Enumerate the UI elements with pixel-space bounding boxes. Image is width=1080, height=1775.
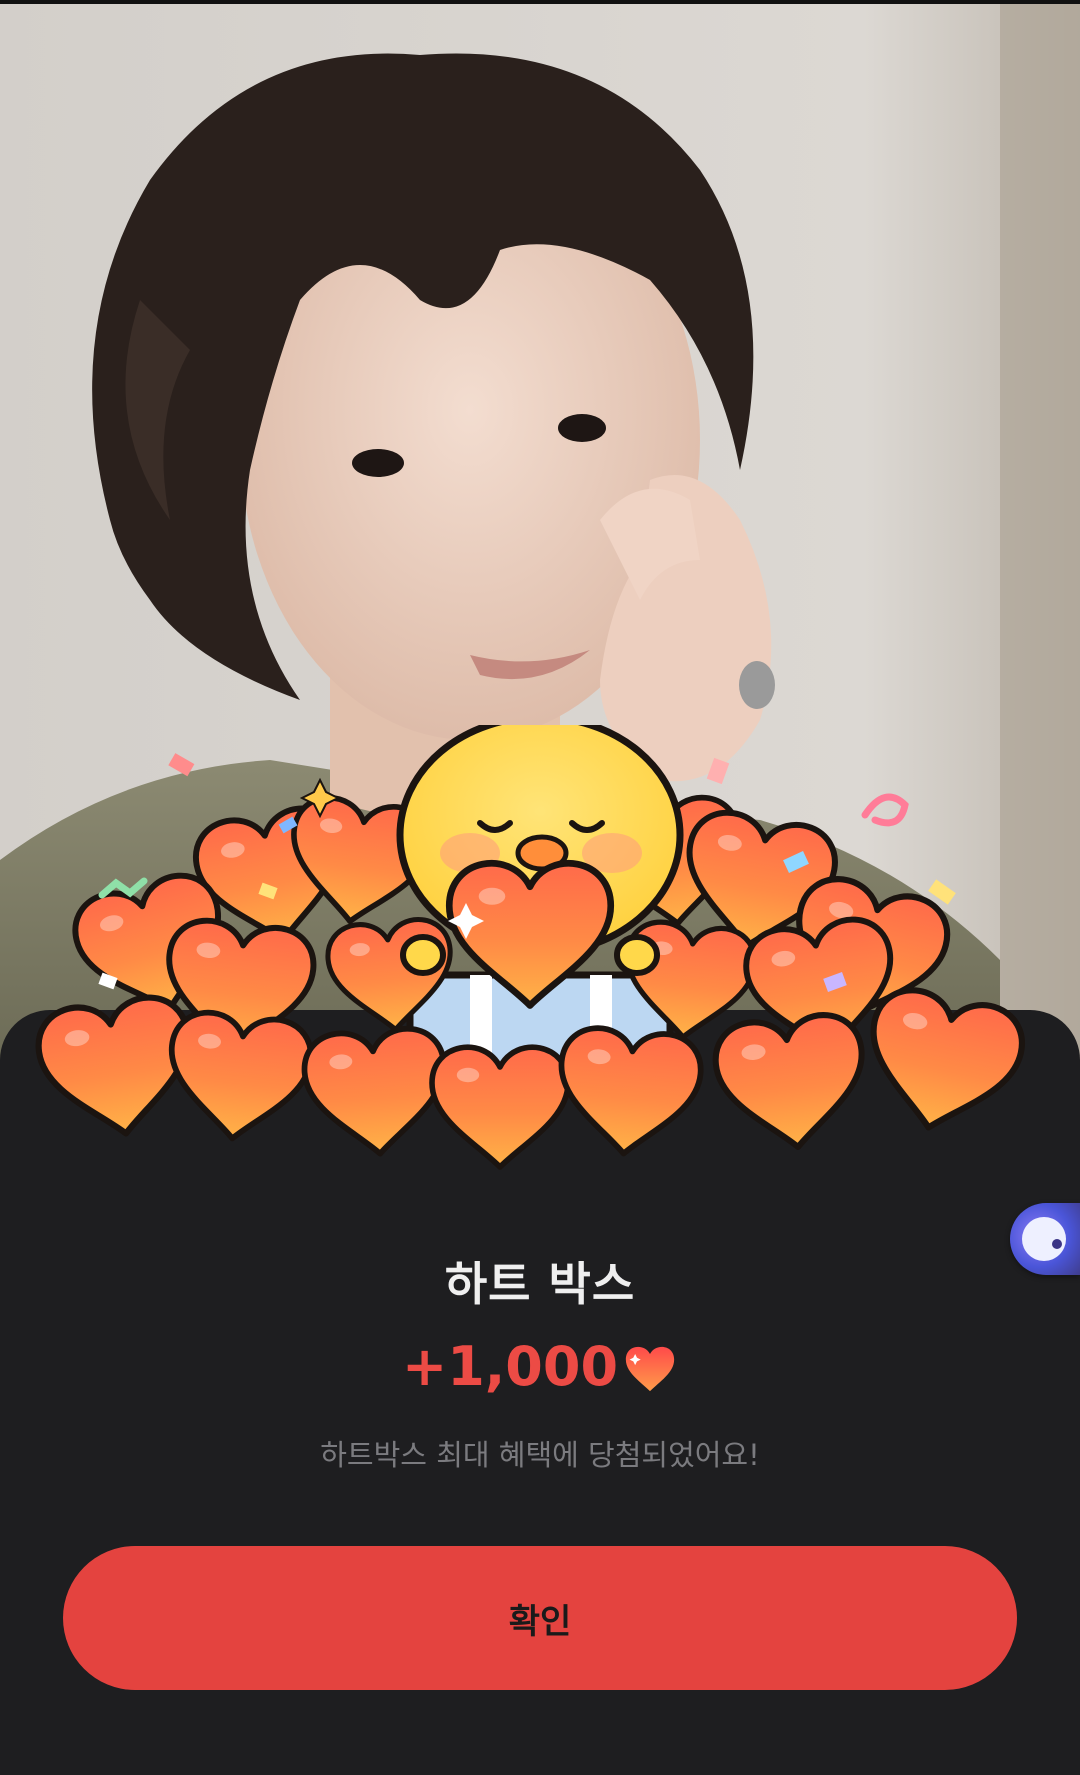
reward-amount: +1,000 [401, 1335, 619, 1398]
chick-with-hearts-illustration [30, 725, 1050, 1195]
dialog-title: 하트 박스 [444, 1257, 636, 1311]
confirm-button[interactable]: 확인 [63, 1546, 1017, 1690]
reward-amount-row: +1,000 [0, 1335, 1080, 1398]
status-edge [0, 0, 1080, 4]
screen: 하트 박스 +1,000 하트박스 최대 혜택에 당첨되었어요! 확인 [0, 0, 1080, 1775]
reward-description: 하트박스 최대 혜택에 당첨되었어요! [320, 1438, 760, 1472]
heart-icon [625, 1346, 675, 1391]
